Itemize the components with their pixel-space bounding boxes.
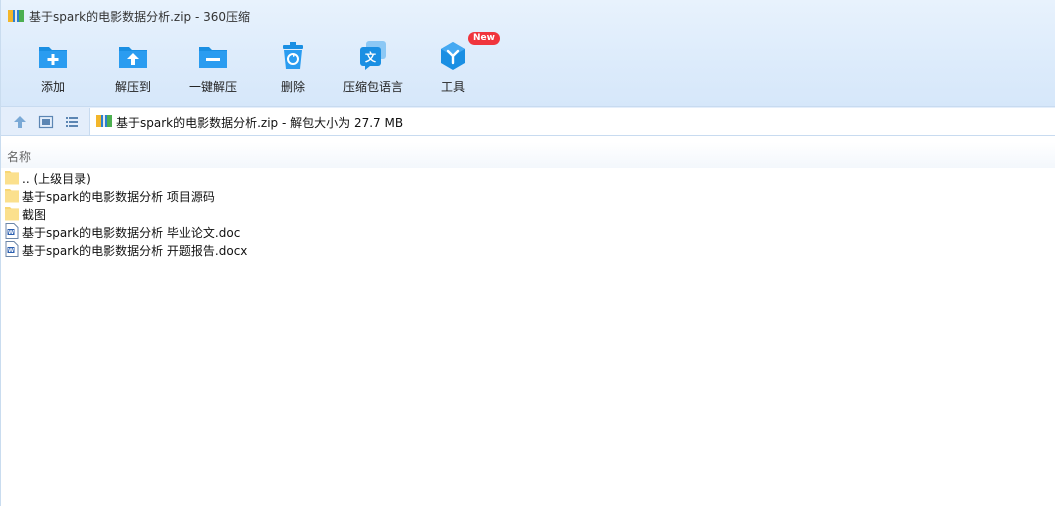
archive-language-button[interactable]: 文 压缩包语言 bbox=[333, 36, 413, 98]
column-header: 名称 bbox=[1, 142, 1055, 168]
svg-text:W: W bbox=[8, 248, 14, 254]
thumbnail-view-icon[interactable] bbox=[38, 114, 54, 130]
address-row: 基于spark的电影数据分析.zip - 解包大小为 27.7 MB bbox=[1, 106, 1055, 136]
delete-label: 删除 bbox=[280, 80, 305, 94]
archive-icon bbox=[8, 10, 24, 22]
file-name: 截图 bbox=[22, 208, 47, 222]
extract-to-icon bbox=[119, 47, 147, 68]
list-item[interactable]: 截图 bbox=[1, 204, 1055, 222]
list-item[interactable]: 基于spark的电影数据分析 项目源码 bbox=[1, 186, 1055, 204]
tools-button[interactable]: New 工具 bbox=[413, 32, 500, 98]
folder-icon bbox=[5, 171, 19, 185]
archive-language-label: 压缩包语言 bbox=[342, 80, 403, 94]
file-name: 基于spark的电影数据分析 毕业论文.doc bbox=[22, 226, 241, 240]
svg-text:文: 文 bbox=[365, 50, 377, 64]
up-arrow-icon[interactable] bbox=[12, 114, 28, 130]
delete-icon bbox=[283, 42, 303, 69]
one-click-extract-label: 一键解压 bbox=[188, 80, 237, 94]
address-text: 基于spark的电影数据分析.zip - 解包大小为 27.7 MB bbox=[116, 116, 404, 130]
folder-icon bbox=[5, 207, 19, 221]
list-item[interactable]: .. (上级目录) bbox=[1, 168, 1055, 186]
folder-icon bbox=[5, 189, 19, 203]
toolbar: 添加 解压到 一键解压 删除 文 压缩包语言 New 工具 bbox=[1, 32, 561, 98]
svg-text:W: W bbox=[8, 230, 14, 236]
tools-label: 工具 bbox=[440, 80, 465, 94]
add-label: 添加 bbox=[40, 80, 65, 94]
add-button[interactable]: 添加 bbox=[13, 36, 93, 98]
list-view-icon[interactable] bbox=[64, 114, 80, 130]
one-click-extract-icon bbox=[199, 47, 227, 68]
file-list: .. (上级目录) 基于spark的电影数据分析 项目源码 截图 W 基于spa… bbox=[1, 168, 1055, 258]
one-click-extract-button[interactable]: 一键解压 bbox=[173, 36, 253, 98]
extract-to-label: 解压到 bbox=[114, 80, 151, 94]
address-bar[interactable]: 基于spark的电影数据分析.zip - 解包大小为 27.7 MB bbox=[89, 108, 1055, 135]
file-name: .. (上级目录) bbox=[22, 172, 91, 186]
app-window: 基于spark的电影数据分析.zip - 360压缩 添加 解压到 一键解压 删… bbox=[0, 0, 1055, 506]
file-name: 基于spark的电影数据分析 项目源码 bbox=[22, 190, 215, 204]
new-badge: New bbox=[468, 32, 500, 45]
extract-to-button[interactable]: 解压到 bbox=[93, 36, 173, 98]
file-name: 基于spark的电影数据分析 开题报告.docx bbox=[22, 244, 248, 258]
word-document-icon: W bbox=[5, 223, 19, 239]
archive-language-icon: 文 bbox=[360, 41, 386, 70]
list-item[interactable]: W 基于spark的电影数据分析 毕业论文.doc bbox=[1, 222, 1055, 240]
archive-icon bbox=[96, 115, 112, 127]
list-item[interactable]: W 基于spark的电影数据分析 开题报告.docx bbox=[1, 240, 1055, 258]
add-file-icon bbox=[39, 47, 67, 68]
column-name-header[interactable]: 名称 bbox=[7, 148, 31, 165]
window-title: 基于spark的电影数据分析.zip - 360压缩 bbox=[29, 10, 251, 24]
delete-button[interactable]: 删除 bbox=[253, 36, 333, 98]
word-document-icon: W bbox=[5, 241, 19, 257]
title-bar: 基于spark的电影数据分析.zip - 360压缩 bbox=[1, 0, 1055, 32]
tools-icon bbox=[441, 42, 465, 70]
